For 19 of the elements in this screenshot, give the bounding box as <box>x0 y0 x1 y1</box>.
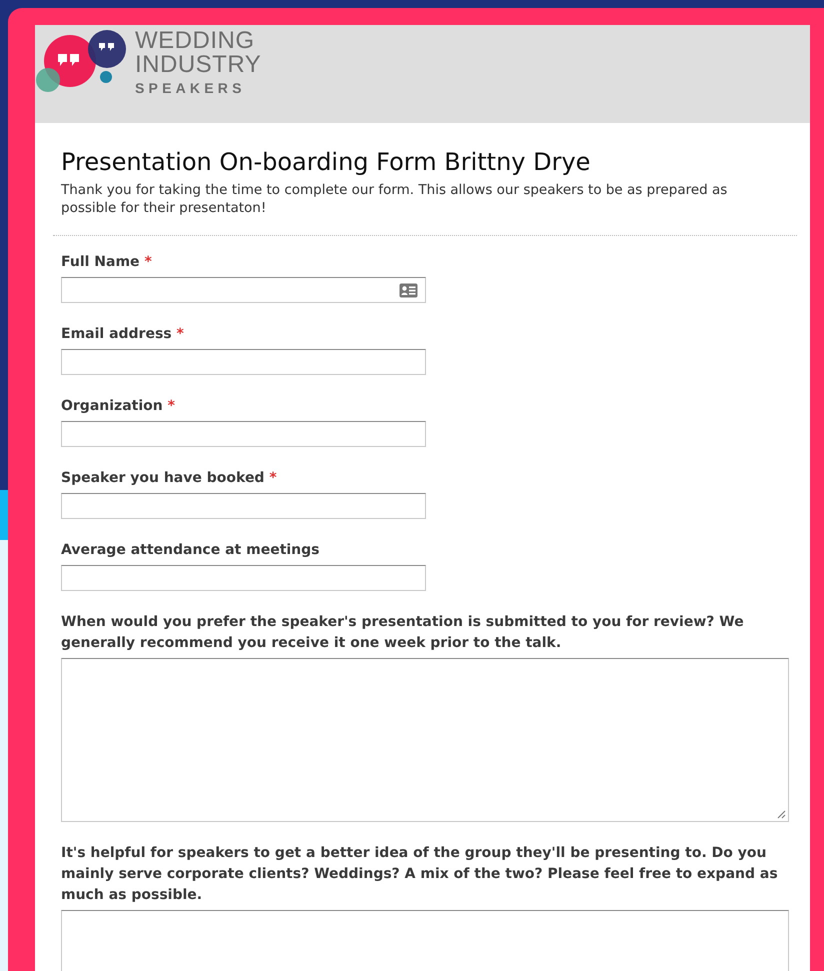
field-label: It's helpful for speakers to get a better idea of the group they'll be presenting to. Do you mainly serve corporate clients? Weddings? A mix of the two? Please feel free to expand as much as possible. <box>61 844 779 905</box>
side-panel-strip <box>0 490 8 540</box>
logo-text: SPEAKERS <box>135 81 247 95</box>
field-label: Organization * <box>61 397 176 416</box>
resize-handle-icon[interactable] <box>777 810 786 819</box>
field-label: Full Name * <box>61 253 153 272</box>
text-field[interactable] <box>61 565 426 591</box>
field-label: Speaker you have booked * <box>61 469 278 488</box>
text-field[interactable] <box>61 349 426 375</box>
logo-text: INDUSTRY <box>135 53 262 77</box>
text-field[interactable] <box>61 421 426 447</box>
form-title: Presentation On-boarding Form Brittny Drye <box>61 147 592 177</box>
field-label: Average attendance at meetings <box>61 541 321 560</box>
field-label: When would you prefer the speaker's presentation is submitted to you for review? We generally recommend you receive it one week prior to the talk. <box>61 613 745 653</box>
field-label: Email address * <box>61 325 185 344</box>
text-field[interactable] <box>61 493 426 519</box>
logo-text: WEDDING <box>135 29 256 53</box>
form-description: Thank you for taking the time to complete our form. This allows our speakers to be as prepared as possible for their presentaton! <box>61 181 728 217</box>
text-field[interactable] <box>61 277 426 303</box>
